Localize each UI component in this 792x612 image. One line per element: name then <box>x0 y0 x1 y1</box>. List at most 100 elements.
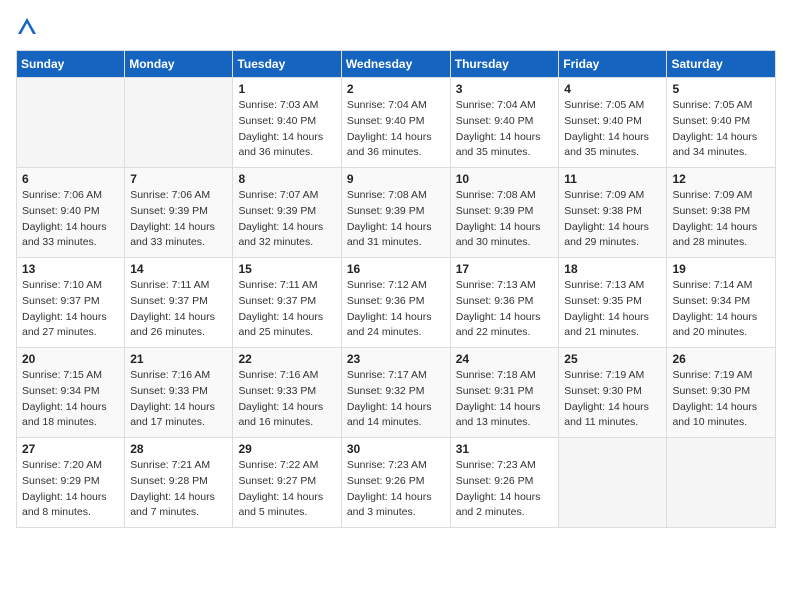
calendar-cell: 4Sunrise: 7:05 AMSunset: 9:40 PMDaylight… <box>559 78 667 168</box>
day-number: 13 <box>22 262 119 276</box>
day-info: Sunrise: 7:06 AMSunset: 9:39 PMDaylight:… <box>130 188 227 251</box>
calendar-cell: 2 Sunrise: 7:04 AMSunset: 9:40 PMDaylight… <box>341 78 450 168</box>
day-info: Sunrise: 7:17 AMSunset: 9:32 PMDaylight:… <box>347 368 445 431</box>
calendar-cell: 15Sunrise: 7:11 AMSunset: 9:37 PMDayligh… <box>233 258 341 348</box>
day-number: 2 <box>347 82 445 96</box>
day-number: 3 <box>456 82 554 96</box>
logo-icon <box>16 16 38 38</box>
day-number: 10 <box>456 172 554 186</box>
day-info: Sunrise: 7:03 AMSunset: 9:40 PMDaylight:… <box>238 98 335 161</box>
day-number: 30 <box>347 442 445 456</box>
day-number: 17 <box>456 262 554 276</box>
day-info: Sunrise: 7:21 AMSunset: 9:28 PMDaylight:… <box>130 458 227 521</box>
calendar-cell: 24 Sunrise: 7:18 AMSunset: 9:31 PMDayligh… <box>450 348 559 438</box>
day-number: 19 <box>672 262 770 276</box>
day-info: Sunrise: 7:18 AMSunset: 9:31 PMDaylight:… <box>456 368 554 431</box>
day-number: 29 <box>238 442 335 456</box>
calendar-cell: 26 Sunrise: 7:19 AMSunset: 9:30 PMDayligh… <box>667 348 776 438</box>
day-number: 5 <box>672 82 770 96</box>
day-number: 27 <box>22 442 119 456</box>
day-number: 1 <box>238 82 335 96</box>
calendar-header-thursday: Thursday <box>450 51 559 78</box>
day-number: 12 <box>672 172 770 186</box>
calendar-cell: 27 Sunrise: 7:20 AMSunset: 9:29 PMDayligh… <box>17 438 125 528</box>
day-info: Sunrise: 7:19 AMSunset: 9:30 PMDaylight:… <box>564 368 661 431</box>
day-number: 31 <box>456 442 554 456</box>
calendar-header-sunday: Sunday <box>17 51 125 78</box>
day-number: 11 <box>564 172 661 186</box>
day-info: Sunrise: 7:22 AMSunset: 9:27 PMDaylight:… <box>238 458 335 521</box>
day-number: 28 <box>130 442 227 456</box>
day-info: Sunrise: 7:14 AMSunset: 9:34 PMDaylight:… <box>672 278 770 341</box>
calendar-cell: 29 Sunrise: 7:22 AMSunset: 9:27 PMDayligh… <box>233 438 341 528</box>
day-number: 26 <box>672 352 770 366</box>
day-info: Sunrise: 7:16 AMSunset: 9:33 PMDaylight:… <box>130 368 227 431</box>
day-info: Sunrise: 7:15 AMSunset: 9:34 PMDaylight:… <box>22 368 119 431</box>
day-info: Sunrise: 7:09 AMSunset: 9:38 PMDaylight:… <box>672 188 770 251</box>
day-number: 21 <box>130 352 227 366</box>
calendar-cell: 10 Sunrise: 7:08 AMSunset: 9:39 PMDayligh… <box>450 168 559 258</box>
calendar-cell: 14Sunrise: 7:11 AMSunset: 9:37 PMDayligh… <box>125 258 233 348</box>
day-info: Sunrise: 7:05 AMSunset: 9:40 PMDaylight:… <box>564 98 661 161</box>
calendar-cell: 31Sunrise: 7:23 AMSunset: 9:26 PMDayligh… <box>450 438 559 528</box>
day-info: Sunrise: 7:19 AMSunset: 9:30 PMDaylight:… <box>672 368 770 431</box>
day-info: Sunrise: 7:16 AMSunset: 9:33 PMDaylight:… <box>238 368 335 431</box>
day-info: Sunrise: 7:09 AMSunset: 9:38 PMDaylight:… <box>564 188 661 251</box>
day-info: Sunrise: 7:12 AMSunset: 9:36 PMDaylight:… <box>347 278 445 341</box>
day-info: Sunrise: 7:05 AMSunset: 9:40 PMDaylight:… <box>672 98 770 161</box>
calendar-header-monday: Monday <box>125 51 233 78</box>
day-info: Sunrise: 7:08 AMSunset: 9:39 PMDaylight:… <box>347 188 445 251</box>
calendar-cell <box>667 438 776 528</box>
calendar-header-tuesday: Tuesday <box>233 51 341 78</box>
day-info: Sunrise: 7:11 AMSunset: 9:37 PMDaylight:… <box>238 278 335 341</box>
calendar-cell: 25Sunrise: 7:19 AMSunset: 9:30 PMDayligh… <box>559 348 667 438</box>
calendar-cell: 28 Sunrise: 7:21 AMSunset: 9:28 PMDayligh… <box>125 438 233 528</box>
calendar-header-saturday: Saturday <box>667 51 776 78</box>
day-info: Sunrise: 7:11 AMSunset: 9:37 PMDaylight:… <box>130 278 227 341</box>
page-header <box>16 16 776 38</box>
calendar-cell <box>125 78 233 168</box>
day-number: 23 <box>347 352 445 366</box>
day-number: 18 <box>564 262 661 276</box>
day-info: Sunrise: 7:08 AMSunset: 9:39 PMDaylight:… <box>456 188 554 251</box>
calendar-cell: 16 Sunrise: 7:12 AMSunset: 9:36 PMDayligh… <box>341 258 450 348</box>
calendar-week-row-5: 27 Sunrise: 7:20 AMSunset: 9:29 PMDayligh… <box>17 438 776 528</box>
calendar-cell: 13 Sunrise: 7:10 AMSunset: 9:37 PMDayligh… <box>17 258 125 348</box>
calendar-cell: 19 Sunrise: 7:14 AMSunset: 9:34 PMDayligh… <box>667 258 776 348</box>
calendar-cell: 8Sunrise: 7:07 AMSunset: 9:39 PMDaylight… <box>233 168 341 258</box>
calendar-cell: 18 Sunrise: 7:13 AMSunset: 9:35 PMDayligh… <box>559 258 667 348</box>
day-info: Sunrise: 7:04 AMSunset: 9:40 PMDaylight:… <box>456 98 554 161</box>
day-info: Sunrise: 7:10 AMSunset: 9:37 PMDaylight:… <box>22 278 119 341</box>
day-number: 7 <box>130 172 227 186</box>
calendar-cell: 12 Sunrise: 7:09 AMSunset: 9:38 PMDayligh… <box>667 168 776 258</box>
calendar-week-row-4: 20 Sunrise: 7:15 AMSunset: 9:34 PMDayligh… <box>17 348 776 438</box>
calendar-header-row: SundayMondayTuesdayWednesdayThursdayFrid… <box>17 51 776 78</box>
day-number: 20 <box>22 352 119 366</box>
calendar-cell: 1 Sunrise: 7:03 AMSunset: 9:40 PMDaylight… <box>233 78 341 168</box>
day-info: Sunrise: 7:23 AMSunset: 9:26 PMDaylight:… <box>347 458 445 521</box>
calendar-cell: 21 Sunrise: 7:16 AMSunset: 9:33 PMDayligh… <box>125 348 233 438</box>
calendar-header-friday: Friday <box>559 51 667 78</box>
calendar-week-row-1: 1 Sunrise: 7:03 AMSunset: 9:40 PMDaylight… <box>17 78 776 168</box>
day-number: 24 <box>456 352 554 366</box>
calendar-cell <box>559 438 667 528</box>
calendar-cell: 3 Sunrise: 7:04 AMSunset: 9:40 PMDaylight… <box>450 78 559 168</box>
calendar-header-wednesday: Wednesday <box>341 51 450 78</box>
calendar-cell <box>17 78 125 168</box>
day-info: Sunrise: 7:13 AMSunset: 9:36 PMDaylight:… <box>456 278 554 341</box>
day-info: Sunrise: 7:06 AMSunset: 9:40 PMDaylight:… <box>22 188 119 251</box>
calendar-cell: 17 Sunrise: 7:13 AMSunset: 9:36 PMDayligh… <box>450 258 559 348</box>
calendar-cell: 23 Sunrise: 7:17 AMSunset: 9:32 PMDayligh… <box>341 348 450 438</box>
calendar-week-row-2: 6Sunrise: 7:06 AMSunset: 9:40 PMDaylight… <box>17 168 776 258</box>
calendar-cell: 9Sunrise: 7:08 AMSunset: 9:39 PMDaylight… <box>341 168 450 258</box>
calendar-cell: 6Sunrise: 7:06 AMSunset: 9:40 PMDaylight… <box>17 168 125 258</box>
calendar-cell: 7 Sunrise: 7:06 AMSunset: 9:39 PMDaylight… <box>125 168 233 258</box>
day-number: 8 <box>238 172 335 186</box>
calendar-cell: 30 Sunrise: 7:23 AMSunset: 9:26 PMDayligh… <box>341 438 450 528</box>
calendar-cell: 5 Sunrise: 7:05 AMSunset: 9:40 PMDaylight… <box>667 78 776 168</box>
logo <box>16 16 42 38</box>
day-info: Sunrise: 7:13 AMSunset: 9:35 PMDaylight:… <box>564 278 661 341</box>
day-number: 16 <box>347 262 445 276</box>
day-info: Sunrise: 7:20 AMSunset: 9:29 PMDaylight:… <box>22 458 119 521</box>
day-info: Sunrise: 7:04 AMSunset: 9:40 PMDaylight:… <box>347 98 445 161</box>
